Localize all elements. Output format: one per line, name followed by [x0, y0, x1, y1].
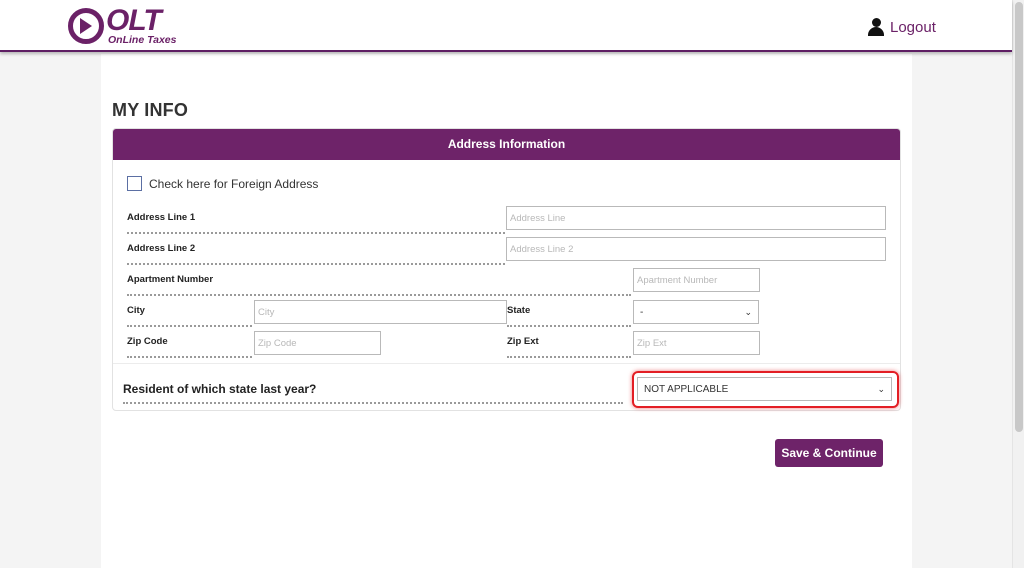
chevron-down-icon: ⌄ [744, 306, 752, 317]
user-icon [868, 18, 884, 36]
zip-code-input[interactable] [254, 331, 381, 355]
page-scrollbar[interactable] [1012, 0, 1024, 568]
logout-link[interactable]: Logout [868, 18, 936, 36]
zip-code-label: Zip Code [127, 336, 252, 358]
address-line-2-label: Address Line 2 [127, 243, 505, 265]
logo-text: OLT [106, 4, 162, 37]
scrollbar-thumb[interactable] [1015, 2, 1023, 432]
foreign-address-label[interactable]: Check here for Foreign Address [149, 177, 318, 191]
save-continue-button[interactable]: Save & Continue [775, 439, 883, 467]
apartment-number-input[interactable] [633, 268, 760, 292]
address-line-1-label: Address Line 1 [127, 212, 505, 234]
address-panel: Address Information Check here for Forei… [112, 128, 901, 411]
resident-state-label: Resident of which state last year? [123, 382, 623, 404]
resident-selected-value: NOT APPLICABLE [644, 383, 729, 395]
top-header: OLT OnLine Taxes Logout [0, 0, 1012, 52]
logo-arrow-icon [80, 18, 92, 34]
resident-state-select[interactable]: NOT APPLICABLE ⌄ [637, 377, 892, 401]
state-selected-value: - [640, 306, 644, 318]
page-title: MY INFO [112, 100, 189, 120]
zip-ext-label: Zip Ext [507, 336, 631, 358]
address-line-1-input[interactable] [506, 206, 886, 230]
panel-header: Address Information [113, 129, 900, 160]
zip-ext-input[interactable] [633, 331, 760, 355]
state-select[interactable]: - ⌄ [633, 300, 759, 324]
logout-label[interactable]: Logout [890, 19, 936, 36]
city-label: City [127, 305, 252, 327]
olt-logo[interactable]: OLT OnLine Taxes [68, 4, 198, 48]
state-label: State [507, 305, 631, 327]
panel-divider [113, 363, 900, 364]
city-input[interactable] [254, 300, 507, 324]
logo-subtitle: OnLine Taxes [108, 34, 177, 46]
address-line-2-input[interactable] [506, 237, 886, 261]
chevron-down-icon: ⌄ [877, 383, 885, 394]
foreign-address-row: Check here for Foreign Address [127, 176, 318, 191]
foreign-address-checkbox[interactable] [127, 176, 142, 191]
apartment-number-label: Apartment Number [127, 274, 631, 296]
